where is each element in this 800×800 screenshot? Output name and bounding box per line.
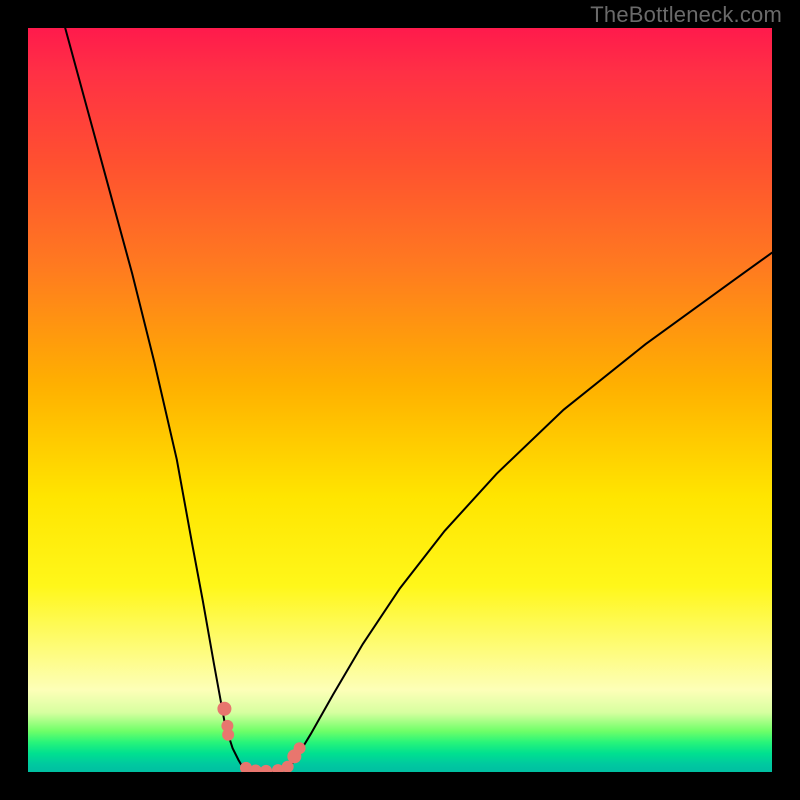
chart-frame: TheBottleneck.com xyxy=(0,0,800,800)
highlight-dot xyxy=(294,742,306,754)
highlight-dot xyxy=(222,729,234,741)
watermark-text: TheBottleneck.com xyxy=(590,2,782,28)
curve-layer xyxy=(28,28,772,772)
left-curve xyxy=(65,28,244,769)
highlight-dot xyxy=(260,765,272,772)
right-curve xyxy=(288,253,772,769)
plot-area xyxy=(28,28,772,772)
highlight-dots xyxy=(217,702,305,772)
highlight-dot xyxy=(217,702,231,716)
